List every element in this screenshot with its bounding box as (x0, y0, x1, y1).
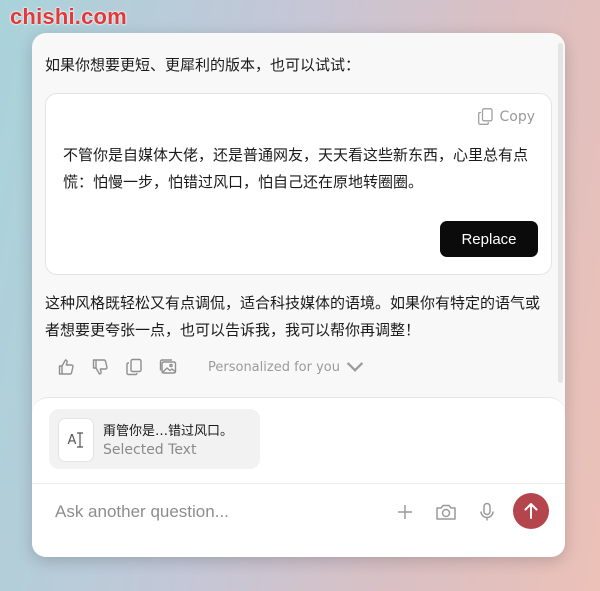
send-button[interactable] (513, 493, 549, 529)
camera-button[interactable] (434, 500, 458, 524)
chip-title: 甭管你是…错过风口。 (103, 424, 234, 439)
images-button[interactable] (158, 357, 178, 377)
thumbs-down-icon (92, 359, 108, 375)
message-actions: Personalized for you (56, 356, 364, 378)
arrow-up-icon (524, 503, 538, 519)
copy-label: Copy (499, 108, 535, 125)
outro-message: 这种风格既轻松又有点调侃，适合科技媒体的语境。如果你有特定的语气或者想要更夸张一… (45, 294, 541, 339)
intro-message: 如果你想要更短、更犀利的版本，也可以试试： (45, 56, 361, 74)
copy-button[interactable]: Copy (478, 108, 535, 125)
divider (32, 483, 565, 484)
chip-subtitle: Selected Text (103, 442, 197, 458)
copy-icon (126, 358, 142, 376)
suggestion-text: 不管你是自媒体大佬，还是普通网友，天天看这些新东西，心里总有点慌：怕慢一步，怕错… (63, 146, 529, 191)
thumbs-up-button[interactable] (56, 357, 76, 377)
personalized-label: Personalized for you (208, 359, 340, 375)
chat-panel: 如果你想要更短、更犀利的版本，也可以试试： Copy 不管你是自媒体大佬，还是普… (32, 33, 565, 557)
thumbs-down-button[interactable] (90, 357, 110, 377)
add-button[interactable] (393, 500, 417, 524)
microphone-icon (480, 502, 494, 521)
camera-icon (436, 504, 456, 520)
chevron-down-icon (346, 362, 364, 372)
thumbs-up-icon (58, 359, 74, 375)
watermark-logo: chishi.com (10, 4, 127, 29)
replace-button[interactable]: Replace (440, 221, 538, 257)
scrollbar[interactable] (558, 43, 563, 383)
plus-icon (398, 505, 412, 519)
copy-icon (478, 108, 494, 125)
selected-text-chip[interactable]: A 甭管你是…错过风口。 Selected Text (49, 409, 260, 469)
composer: A 甭管你是…错过风口。 Selected Text (32, 397, 565, 557)
microphone-button[interactable] (475, 500, 499, 524)
ask-input[interactable] (53, 496, 377, 528)
images-icon (159, 359, 177, 374)
copy-message-button[interactable] (124, 357, 144, 377)
personalized-dropdown[interactable]: Personalized for you (208, 358, 364, 376)
suggestion-card: Copy 不管你是自媒体大佬，还是普通网友，天天看这些新东西，心里总有点慌：怕慢… (45, 93, 552, 275)
text-cursor-icon: A (58, 418, 94, 462)
